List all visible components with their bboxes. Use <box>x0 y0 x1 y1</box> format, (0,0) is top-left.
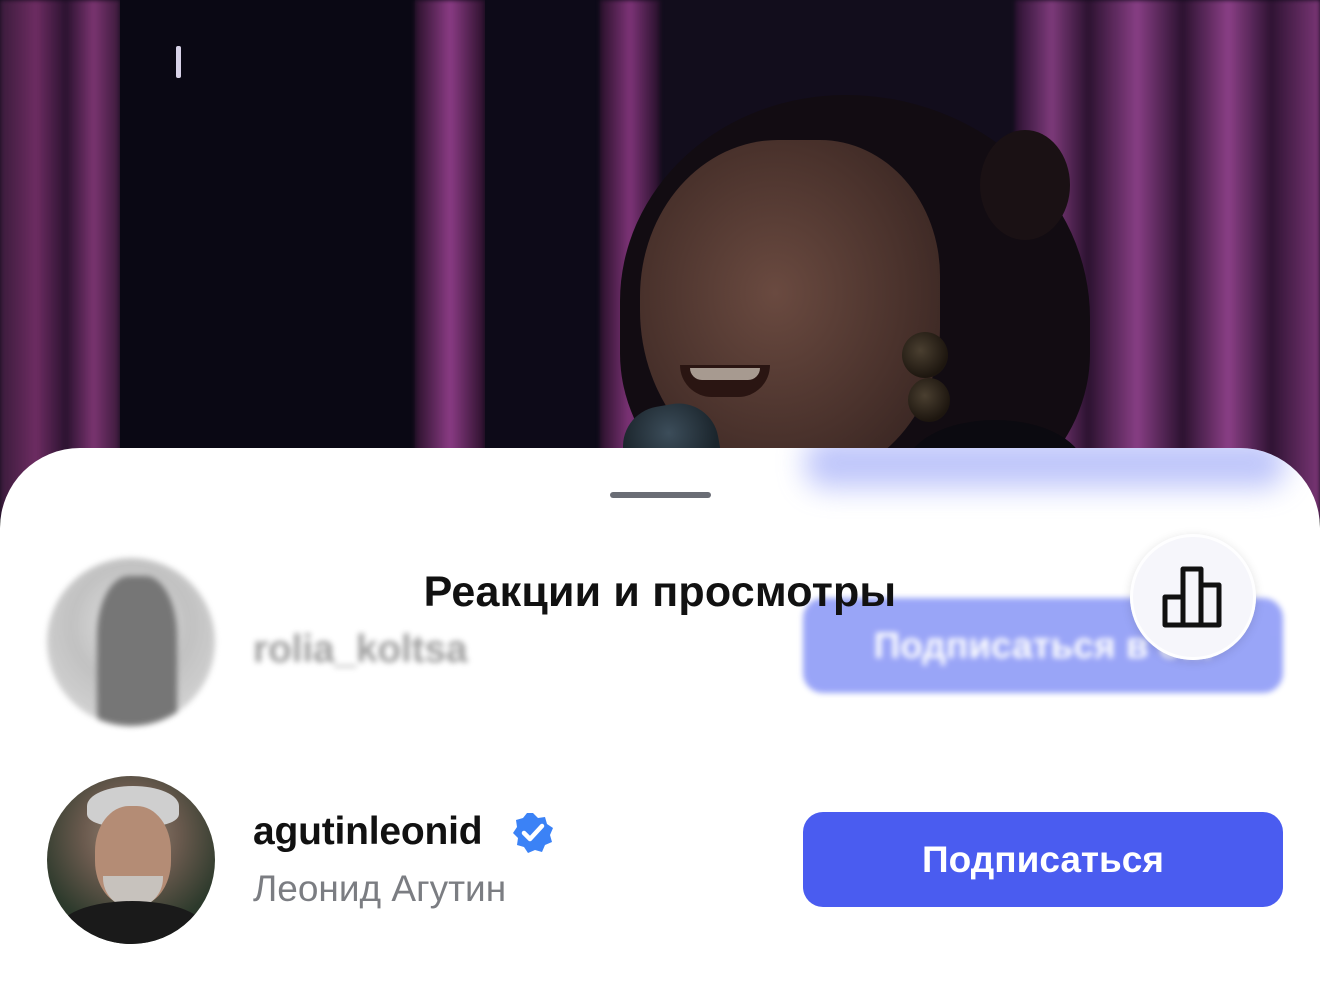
earring-bottom <box>908 378 950 422</box>
stage-dark-area-2 <box>485 0 600 520</box>
viewer-username[interactable]: agutinleonid <box>253 810 483 854</box>
avatar-jacket <box>57 901 207 944</box>
sheet-title: Реакции и просмотры <box>423 568 897 616</box>
viewer-username[interactable]: rolia_koltsa <box>253 628 468 672</box>
curtain-middle-1 <box>415 0 485 520</box>
viewer-full-name: Леонид Агутин <box>253 868 507 909</box>
button-glow <box>805 448 1285 488</box>
sheet-grabber[interactable] <box>610 492 711 498</box>
follow-button[interactable]: Подписаться <box>803 812 1283 907</box>
stats-button[interactable] <box>1130 534 1256 660</box>
stage-dark-area <box>120 0 415 520</box>
verified-badge-icon <box>513 813 553 853</box>
earring-top <box>902 332 948 378</box>
stage-light <box>176 46 181 78</box>
viewer-row[interactable]: agutinleonid Леонид Агутин Подписаться <box>0 776 1320 946</box>
singer-smile <box>690 368 760 380</box>
reactions-views-sheet: rolia_koltsa Подписаться в о... Реакции … <box>0 448 1320 1008</box>
avatar[interactable] <box>47 776 215 944</box>
singer-hair-bun <box>980 130 1070 240</box>
curtain-left <box>0 0 120 520</box>
bar-chart-icon <box>1162 566 1222 628</box>
story-video-background <box>0 0 1320 520</box>
